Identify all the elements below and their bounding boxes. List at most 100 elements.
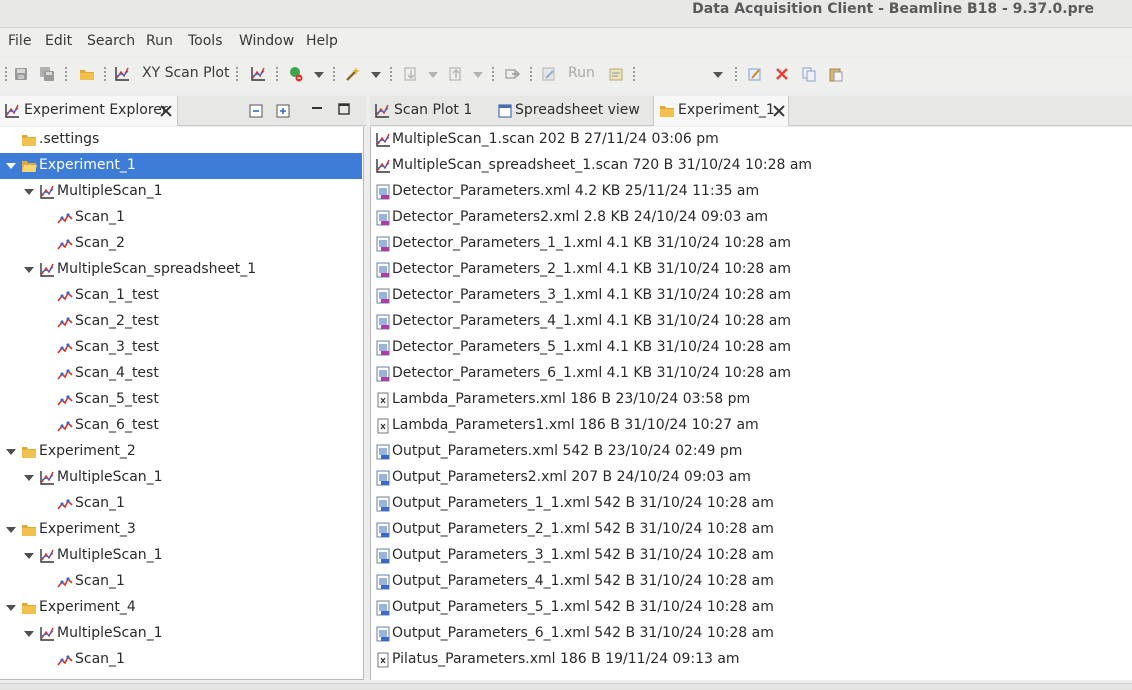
tree-item-scan[interactable]: Scan_5_test: [0, 387, 362, 413]
copy-icon[interactable]: [801, 66, 817, 82]
file-item[interactable]: Output_Parameters_5_1.xml 542 B 31/10/24…: [371, 595, 1131, 621]
file-item[interactable]: Output_Parameters_2_1.xml 542 B 31/10/24…: [371, 517, 1131, 543]
tree-item-settings[interactable]: .settings: [0, 127, 362, 153]
scan-icon: [57, 395, 73, 406]
output-file-icon: [376, 574, 390, 590]
file-item[interactable]: Detector_Parameters_6_1.xml 4.1 KB 31/10…: [371, 361, 1131, 387]
tree-item-label: MultipleScan_1: [57, 625, 163, 641]
experiment-file-list[interactable]: MultipleScan_1.scan 202 B 27/11/24 03:06…: [370, 127, 1132, 680]
tree-item-multiplescan[interactable]: MultipleScan_1: [0, 179, 362, 205]
file-item[interactable]: Detector_Parameters_5_1.xml 4.1 KB 31/10…: [371, 335, 1131, 361]
tree-item-experiment-3[interactable]: Experiment_3: [0, 517, 362, 543]
file-item[interactable]: Lambda_Parameters.xml 186 B 23/10/24 03:…: [371, 387, 1131, 413]
tree-item-multiplescan[interactable]: MultipleScan_1: [0, 621, 362, 647]
add-green-icon[interactable]: [288, 66, 304, 82]
tab-experiment-explorer[interactable]: Experiment Explorer: [0, 96, 178, 126]
xy-scan-plot-button[interactable]: XY Scan Plot: [142, 65, 229, 81]
chevron-down-icon[interactable]: [24, 631, 34, 637]
toolbar-separator: [390, 67, 392, 81]
save-icon[interactable]: [13, 66, 29, 82]
folder-icon: [660, 106, 674, 117]
chevron-down-icon[interactable]: [371, 72, 381, 78]
tree-item-scan[interactable]: Scan_2: [0, 231, 362, 257]
tree-item-scan[interactable]: Scan_1: [0, 647, 362, 673]
close-icon[interactable]: [773, 105, 785, 117]
file-item[interactable]: Detector_Parameters.xml 4.2 KB 25/11/24 …: [371, 179, 1131, 205]
delete-icon[interactable]: [774, 66, 790, 82]
save-all-icon[interactable]: [39, 66, 55, 82]
file-item[interactable]: Detector_Parameters_4_1.xml 4.1 KB 31/10…: [371, 309, 1131, 335]
edit-icon[interactable]: [747, 66, 763, 82]
chevron-down-icon[interactable]: [6, 605, 16, 611]
plot-icon[interactable]: [250, 66, 266, 82]
file-item[interactable]: Pilatus_Parameters.xml 186 B 19/11/24 09…: [371, 647, 1131, 673]
menu-search[interactable]: Search: [87, 33, 135, 49]
menu-tools[interactable]: Tools: [188, 33, 223, 49]
tree-item-multiplescan[interactable]: MultipleScan_spreadsheet_1: [0, 257, 362, 283]
tree-item-scan[interactable]: Scan_1_test: [0, 283, 362, 309]
tree-item-multiplescan[interactable]: MultipleScan_1: [0, 543, 362, 569]
tree-item-label: Experiment_3: [39, 521, 136, 537]
chevron-down-icon[interactable]: [6, 163, 16, 169]
tree-item-scan[interactable]: Scan_1: [0, 569, 362, 595]
file-item[interactable]: Output_Parameters.xml 542 B 23/10/24 02:…: [371, 439, 1131, 465]
tree-item-scan[interactable]: Scan_2_test: [0, 309, 362, 335]
file-item[interactable]: Output_Parameters_3_1.xml 542 B 31/10/24…: [371, 543, 1131, 569]
multiscan-icon: [40, 549, 54, 563]
chevron-down-icon[interactable]: [6, 527, 16, 533]
minimize-icon[interactable]: [309, 101, 325, 117]
tab-spreadsheet-view[interactable]: Spreadsheet view: [488, 96, 648, 126]
tree-item-experiment-1[interactable]: Experiment_1: [0, 153, 362, 179]
menu-run[interactable]: Run: [146, 33, 173, 49]
expand-all-icon[interactable]: [275, 103, 291, 119]
tree-item-scan[interactable]: Scan_3_test: [0, 335, 362, 361]
menu-help[interactable]: Help: [306, 33, 338, 49]
tree-item-label: Scan_2_test: [75, 313, 159, 329]
tree-item-scan[interactable]: Scan_4_test: [0, 361, 362, 387]
tree-item-multiplescan[interactable]: MultipleScan_1: [0, 465, 362, 491]
menu-window[interactable]: Window: [239, 33, 294, 49]
chevron-down-icon[interactable]: [24, 267, 34, 273]
chevron-down-icon[interactable]: [713, 72, 723, 78]
tree-item-scan[interactable]: Scan_1: [0, 205, 362, 231]
wand-icon[interactable]: [345, 66, 361, 82]
file-item[interactable]: MultipleScan_1.scan 202 B 27/11/24 03:06…: [371, 127, 1131, 153]
tab-experiment-1[interactable]: Experiment_1: [653, 96, 789, 126]
multiscan-icon: [40, 185, 54, 199]
file-item[interactable]: Lambda_Parameters1.xml 186 B 31/10/24 10…: [371, 413, 1131, 439]
open-folder-icon[interactable]: [79, 66, 95, 82]
tree-item-scan[interactable]: Scan_6_test: [0, 413, 362, 439]
collapse-all-icon[interactable]: [248, 103, 264, 119]
file-item[interactable]: Output_Parameters_1_1.xml 542 B 31/10/24…: [371, 491, 1131, 517]
chevron-down-icon[interactable]: [24, 553, 34, 559]
menu-file[interactable]: File: [8, 33, 31, 49]
menu-edit[interactable]: Edit: [45, 33, 72, 49]
file-item[interactable]: Detector_Parameters_3_1.xml 4.1 KB 31/10…: [371, 283, 1131, 309]
chevron-down-icon[interactable]: [6, 449, 16, 455]
tree-item-experiment-4[interactable]: Experiment_4: [0, 595, 362, 621]
experiment-tree[interactable]: .settings Experiment_1 MultipleScan_1 Sc…: [0, 127, 364, 680]
tab-scan-plot[interactable]: Scan Plot 1: [370, 96, 482, 126]
maximize-icon[interactable]: [336, 101, 352, 117]
chevron-down-icon[interactable]: [24, 189, 34, 195]
file-item[interactable]: Output_Parameters2.xml 207 B 24/10/24 09…: [371, 465, 1131, 491]
file-item[interactable]: Detector_Parameters_2_1.xml 4.1 KB 31/10…: [371, 257, 1131, 283]
tree-item-scan[interactable]: Scan_1: [0, 491, 362, 517]
chevron-down-icon[interactable]: [24, 475, 34, 481]
file-item[interactable]: Detector_Parameters2.xml 2.8 KB 24/10/24…: [371, 205, 1131, 231]
file-item[interactable]: Output_Parameters_6_1.xml 542 B 31/10/24…: [371, 621, 1131, 647]
tree-item-label: Scan_4_test: [75, 365, 159, 381]
file-item[interactable]: Output_Parameters_4_1.xml 542 B 31/10/24…: [371, 569, 1131, 595]
paste-icon[interactable]: [828, 66, 844, 82]
experiment-explorer-view: Experiment Explorer .settings Experiment…: [0, 96, 366, 690]
file-item[interactable]: MultipleScan_spreadsheet_1.scan 720 B 31…: [371, 153, 1131, 179]
file-label: Detector_Parameters_5_1.xml 4.1 KB 31/10…: [392, 339, 791, 355]
tree-item-experiment-2[interactable]: Experiment_2: [0, 439, 362, 465]
tree-item-label: Scan_5_test: [75, 391, 159, 407]
editor-tab-bar: Scan Plot 1 Spreadsheet view Experiment_…: [370, 96, 1132, 126]
chevron-down-icon[interactable]: [314, 72, 324, 78]
import-icon: [404, 67, 416, 81]
chevron-down-icon: [428, 72, 438, 78]
file-item[interactable]: Detector_Parameters_1_1.xml 4.1 KB 31/10…: [371, 231, 1131, 257]
close-icon[interactable]: [160, 105, 172, 117]
